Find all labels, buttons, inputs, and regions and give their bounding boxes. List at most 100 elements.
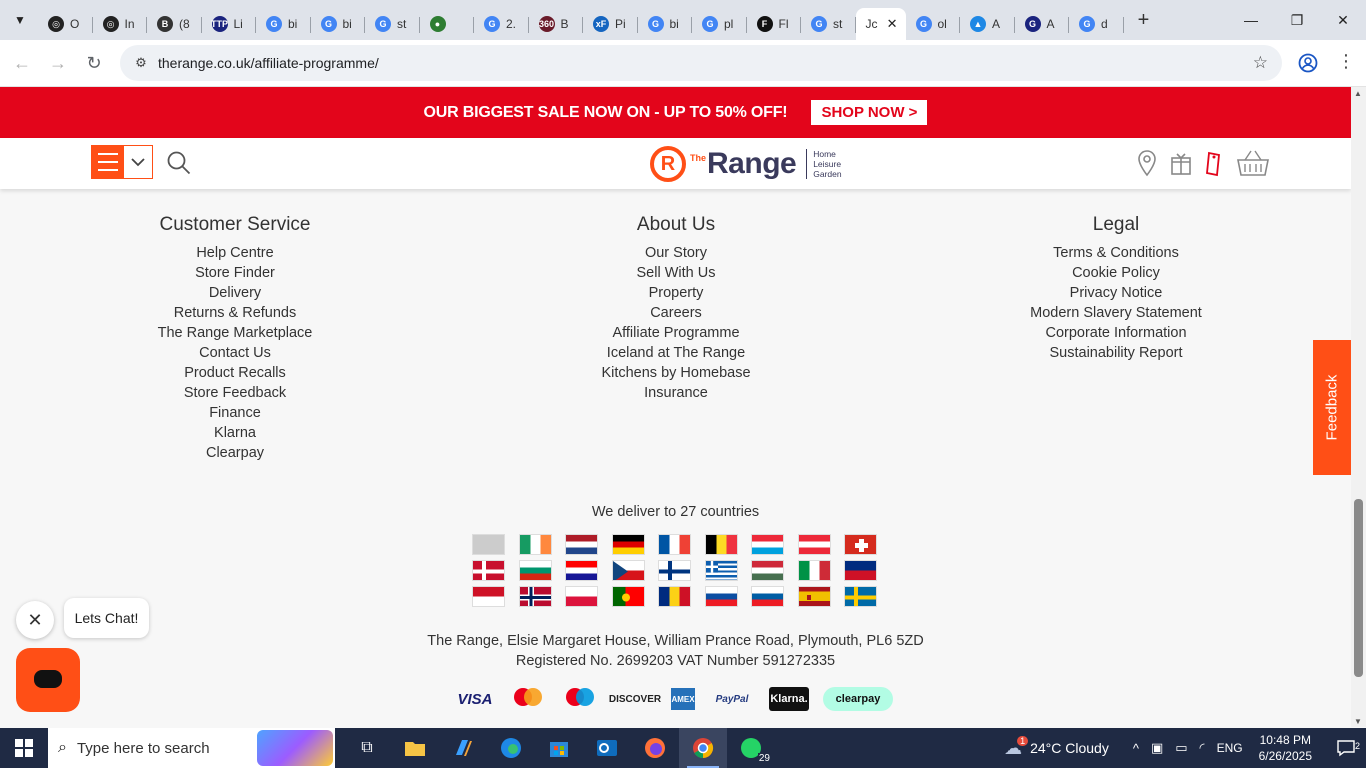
browser-tab[interactable]: Gpl xyxy=(692,8,747,40)
about-us-link[interactable]: Insurance xyxy=(576,383,776,403)
menu-button[interactable] xyxy=(91,145,153,179)
customer-service-link[interactable]: Product Recalls xyxy=(135,363,335,383)
about-us-link[interactable]: Affiliate Programme xyxy=(576,323,776,343)
search-icon[interactable] xyxy=(166,150,192,176)
tab-active[interactable]: Jc ✕ xyxy=(855,8,906,40)
file-explorer-icon[interactable] xyxy=(391,728,439,768)
browser-tab[interactable]: xF Pi xyxy=(583,8,638,40)
taskbar-search-box[interactable]: ⌕ Type here to search xyxy=(48,728,335,768)
customer-service-link[interactable]: Store Feedback xyxy=(135,383,335,403)
battery-icon[interactable]: ▭ xyxy=(1175,740,1187,756)
legal-link[interactable]: Modern Slavery Statement xyxy=(1016,303,1216,323)
customer-service-link[interactable]: Contact Us xyxy=(135,343,335,363)
scroll-down-icon[interactable]: ▼ xyxy=(1354,717,1362,726)
minimize-icon[interactable]: — xyxy=(1228,0,1274,40)
browser-tab[interactable]: ▲ A xyxy=(960,8,1015,40)
browser-tab[interactable]: ◎ O xyxy=(38,8,93,40)
customer-service-link[interactable]: Clearpay xyxy=(135,443,335,463)
tab-title: In xyxy=(124,17,135,31)
browser-tab[interactable]: GA xyxy=(1015,8,1070,40)
browser-tab[interactable]: Gst xyxy=(801,8,856,40)
legal-link[interactable]: Cookie Policy xyxy=(1016,263,1216,283)
chat-close-icon[interactable]: ✕ xyxy=(16,601,54,639)
store-locator-pin-icon[interactable] xyxy=(1135,149,1159,182)
logo-wordmark: Range xyxy=(707,147,797,180)
legal-link[interactable]: Sustainability Report xyxy=(1016,343,1216,363)
about-us-link[interactable]: Careers xyxy=(576,303,776,323)
close-tab-icon[interactable]: ✕ xyxy=(887,16,898,32)
copilot-icon[interactable] xyxy=(439,728,487,768)
about-us-link[interactable]: Sell With Us xyxy=(576,263,776,283)
tab-favicon-icon: 360 xyxy=(538,16,555,32)
new-tab-plus-icon[interactable]: + xyxy=(1130,6,1158,34)
browser-tab[interactable]: Gbi xyxy=(638,8,693,40)
about-us-link[interactable]: Iceland at The Range xyxy=(576,343,776,363)
browser-tab[interactable]: F Fl xyxy=(747,8,802,40)
customer-service-link[interactable]: Returns & Refunds xyxy=(135,303,335,323)
legal-link[interactable]: Privacy Notice xyxy=(1016,283,1216,303)
tab-search-chevron-icon[interactable]: ▼ xyxy=(6,6,34,34)
customer-service-link[interactable]: Help Centre xyxy=(135,243,335,263)
browser-tab[interactable]: TTP Li xyxy=(202,8,257,40)
notification-center-icon[interactable]: 2 xyxy=(1326,739,1366,757)
scroll-up-icon[interactable]: ▲ xyxy=(1354,89,1362,98)
shop-now-button[interactable]: SHOP NOW > xyxy=(811,100,928,125)
customer-service-link[interactable]: Delivery xyxy=(135,283,335,303)
customer-service-link[interactable]: Store Finder xyxy=(135,263,335,283)
browser-tab[interactable]: G 2. xyxy=(474,8,529,40)
language-indicator[interactable]: ENG xyxy=(1217,741,1243,755)
tab-title: st xyxy=(397,17,407,31)
legal-link[interactable]: Terms & Conditions xyxy=(1016,243,1216,263)
about-us-link[interactable]: Our Story xyxy=(576,243,776,263)
tab-title: Fl xyxy=(778,17,789,31)
browser-tab[interactable]: Gst xyxy=(365,8,420,40)
kebab-menu-icon[interactable]: ⋮ xyxy=(1336,51,1356,75)
browser-tab[interactable]: ● xyxy=(420,8,475,40)
browser-tab[interactable]: Gol xyxy=(906,8,961,40)
browser-tab[interactable]: Gbi xyxy=(311,8,366,40)
weather-widget[interactable]: ☁ 1 24°C Cloudy xyxy=(1004,735,1109,759)
browser-tab[interactable]: B (8 xyxy=(147,8,202,40)
customer-service-link[interactable]: The Range Marketplace xyxy=(135,323,335,343)
wifi-icon[interactable]: ◜ xyxy=(1200,740,1205,756)
page-scrollbar[interactable]: ▲ ▼ xyxy=(1351,87,1366,727)
outlook-icon[interactable] xyxy=(583,728,631,768)
task-view-icon[interactable]: ⧉ xyxy=(343,728,391,768)
chrome-icon[interactable] xyxy=(679,728,727,768)
browser-tab[interactable]: 360 B xyxy=(529,8,584,40)
restore-icon[interactable]: ❐ xyxy=(1274,0,1320,40)
site-settings-icon[interactable]: ⚙ xyxy=(126,55,156,71)
chat-launcher-button[interactable] xyxy=(16,648,80,712)
bookmark-star-icon[interactable]: ☆ xyxy=(1253,53,1268,73)
offers-tag-icon[interactable] xyxy=(1203,149,1225,182)
show-hidden-icons-chevron-icon[interactable]: ^ xyxy=(1133,741,1139,756)
microsoft-store-icon[interactable] xyxy=(535,728,583,768)
edge-icon[interactable] xyxy=(487,728,535,768)
legal-link[interactable]: Corporate Information xyxy=(1016,323,1216,343)
profile-icon[interactable] xyxy=(1296,51,1320,75)
gift-card-icon[interactable] xyxy=(1169,149,1193,182)
back-arrow-icon[interactable]: ← xyxy=(4,45,40,81)
windows-start-icon[interactable] xyxy=(0,728,48,768)
close-window-icon[interactable]: ✕ xyxy=(1320,0,1366,40)
clock[interactable]: 10:48 PM 6/26/2025 xyxy=(1259,732,1312,764)
meet-now-icon[interactable]: ▣ xyxy=(1151,740,1163,756)
customer-service-link[interactable]: Klarna xyxy=(135,423,335,443)
forward-arrow-icon[interactable]: → xyxy=(40,45,76,81)
firefox-icon[interactable] xyxy=(631,728,679,768)
browser-tab[interactable]: ◎ In xyxy=(93,8,148,40)
reload-icon[interactable]: ↻ xyxy=(76,45,112,81)
browser-tab[interactable]: Gbi xyxy=(256,8,311,40)
basket-icon[interactable] xyxy=(1235,148,1271,183)
browser-tab[interactable]: Gd xyxy=(1069,8,1124,40)
customer-service-link[interactable]: Finance xyxy=(135,403,335,423)
about-us-link[interactable]: Kitchens by Homebase xyxy=(576,363,776,383)
chat-greeting-bubble[interactable]: Lets Chat! xyxy=(64,598,149,638)
the-range-logo[interactable]: R The Range Home Leisure Garden xyxy=(650,146,842,182)
scrollbar-thumb[interactable] xyxy=(1354,499,1363,677)
about-us-link[interactable]: Property xyxy=(576,283,776,303)
whatsapp-icon[interactable]: 29 xyxy=(727,728,775,768)
url-text[interactable]: therange.co.uk/affiliate-programme/ xyxy=(158,55,379,71)
address-bar[interactable]: ⚙ therange.co.uk/affiliate-programme/ ☆ xyxy=(120,45,1282,81)
feedback-tab[interactable]: Feedback xyxy=(1313,340,1351,475)
